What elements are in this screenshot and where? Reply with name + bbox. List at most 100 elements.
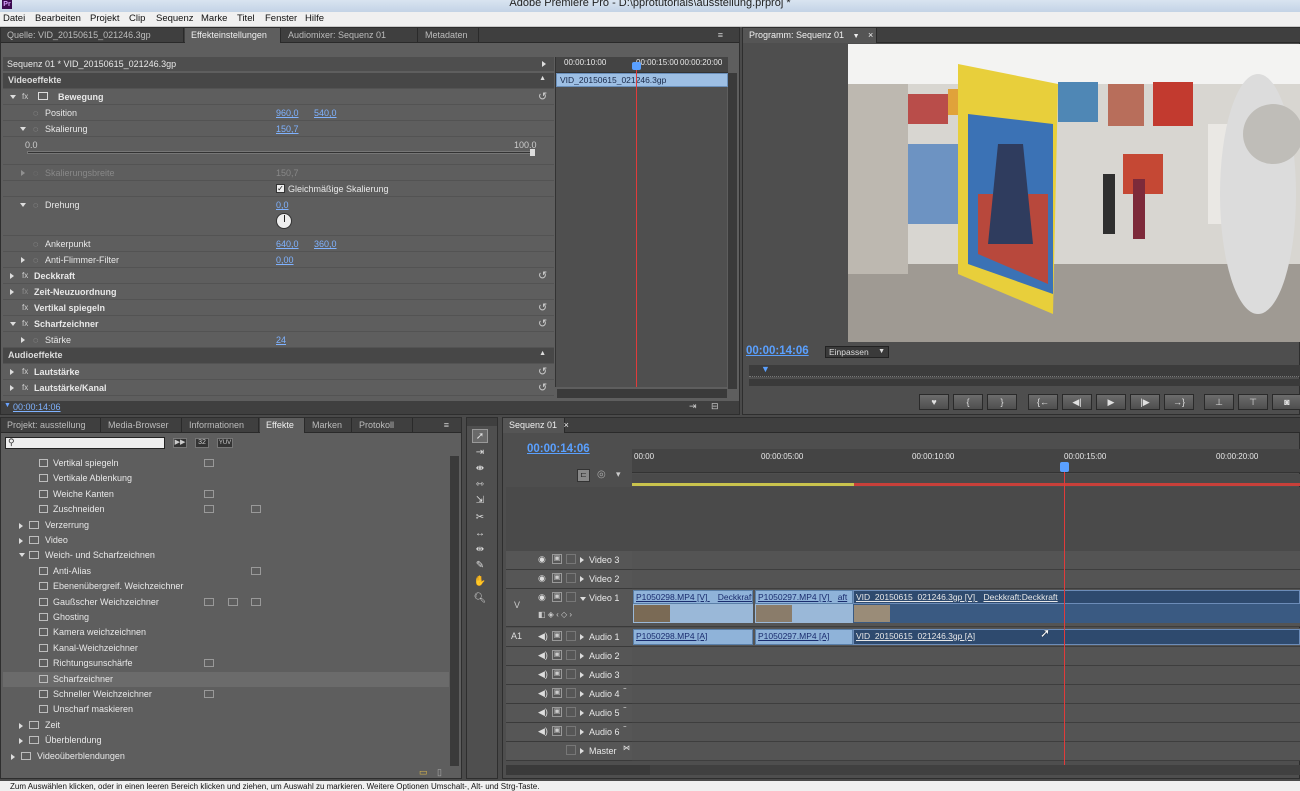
effect-tree-item[interactable]: Verzerrung [3, 518, 449, 533]
track-header[interactable]: ◉ ▣ Video 1 ◧ ◈ ‹ ◇ › [506, 589, 632, 627]
dropdown-icon[interactable]: ▼ [878, 348, 885, 355]
effect-tree-item[interactable]: Schneller Weichzeichner [3, 687, 449, 702]
disclosure-right-icon[interactable] [10, 369, 14, 375]
sync-lock-icon[interactable]: ▣ [552, 726, 562, 736]
effect-lautstaerke-kanal[interactable]: fx Lautstärke/Kanal ↺ [3, 380, 554, 396]
fx-icon[interactable]: fx [22, 319, 28, 328]
menu-bearbeiten[interactable]: Bearbeiten [35, 13, 81, 24]
effect-scharfzeichner[interactable]: fx Scharfzeichner ↺ [3, 316, 554, 332]
menu-datei[interactable]: Datei [3, 13, 25, 24]
menu-marke[interactable]: Marke [201, 13, 227, 24]
export-frame-button[interactable]: ◙ [1272, 394, 1300, 410]
ripple-edit-tool-icon[interactable]: ⇼ [472, 462, 488, 476]
track-header[interactable]: ◀) ▣ Audio 1 [506, 628, 632, 647]
extract-button[interactable]: ⊤ [1238, 394, 1268, 410]
close-icon[interactable]: × [564, 420, 569, 430]
track-select-tool-icon[interactable]: ⇥ [472, 446, 488, 460]
position-x-value[interactable]: 960,0 [276, 108, 299, 118]
tab-metadata[interactable]: Metadaten [419, 28, 479, 43]
drehung-value[interactable]: 0,0 [276, 200, 289, 210]
reset-icon[interactable]: ↺ [538, 90, 547, 103]
timeline-zoom-scrollbar[interactable] [506, 765, 650, 775]
effect-tree-item[interactable]: Gaußscher Weichzeichner [3, 595, 449, 610]
clip-audio-p1050297[interactable]: P1050297.MP4 [A] [755, 629, 853, 645]
accelerated-effects-icon[interactable]: ▶▶ [173, 438, 187, 448]
antiflimmer-value[interactable]: 0,00 [276, 255, 294, 265]
disclosure-icon[interactable] [19, 738, 23, 745]
eye-icon[interactable]: ◉ [538, 573, 546, 584]
speaker-icon[interactable]: ◀) [538, 707, 548, 718]
close-icon[interactable]: × [868, 30, 873, 40]
sync-lock-icon[interactable]: ▣ [552, 631, 562, 641]
expand-arrow-icon[interactable] [542, 59, 546, 69]
menu-clip[interactable]: Clip [129, 13, 145, 24]
wrench-icon[interactable]: ⊟ [711, 401, 719, 412]
sync-lock-icon[interactable]: ▣ [552, 688, 562, 698]
track-lane[interactable] [632, 704, 1300, 723]
stopwatch-icon[interactable]: ◌ [33, 200, 38, 210]
disclosure-right-icon[interactable] [21, 170, 25, 176]
effect-footer-time[interactable]: 00:00:14:06 [13, 402, 61, 412]
track-lane[interactable] [632, 685, 1300, 704]
disclosure-icon[interactable] [19, 522, 23, 529]
effect-tree-item[interactable]: Zuschneiden [3, 502, 449, 517]
dropdown-icon[interactable]: ▼ [853, 33, 860, 40]
tab-effects[interactable]: Effekte [260, 418, 305, 433]
program-zoom-bar[interactable] [749, 379, 1300, 386]
32bit-effects-icon[interactable]: 32 [195, 438, 209, 448]
stopwatch-icon[interactable]: ◌ [33, 239, 38, 249]
lock-toggle-icon[interactable] [566, 707, 576, 717]
sync-lock-icon[interactable]: ▣ [552, 573, 562, 583]
reset-icon[interactable]: ↺ [538, 301, 547, 314]
effect-tree-item[interactable]: Kamera weichzeichnen [3, 625, 449, 640]
effect-tree-item[interactable]: Ebenenübergreif. Weichzeichner [3, 579, 449, 594]
slider-thumb[interactable] [530, 149, 535, 156]
effect-deckkraft[interactable]: fx Deckkraft ↺ [3, 268, 554, 284]
lock-toggle-icon[interactable] [566, 554, 576, 564]
clip-audio-vid20150615[interactable]: VID_20150615_021246.3gp [A] [853, 629, 1300, 645]
track-header[interactable]: ◀) ▣ Audio 6 ⁼ [506, 723, 632, 742]
clip-video-p1050297[interactable]: P1050297.MP4 [V] aft [755, 590, 853, 604]
skalierung-value[interactable]: 150,7 [276, 124, 299, 134]
effect-tree-item[interactable]: Zeit [3, 718, 449, 733]
effect-tree-item[interactable]: Richtungsunschärfe [3, 656, 449, 671]
track-expand-icon[interactable] [580, 691, 584, 697]
motion-icon[interactable] [38, 92, 48, 100]
speaker-icon[interactable]: ◀) [538, 688, 548, 699]
reset-icon[interactable]: ↺ [538, 269, 547, 282]
track-lane[interactable] [632, 742, 1300, 761]
rolling-edit-tool-icon[interactable]: ⇿ [472, 478, 488, 492]
timeline-ruler[interactable]: 00:00 00:00:05:00 00:00:10:00 00:00:15:0… [632, 449, 1300, 473]
delete-icon[interactable]: ▯ [437, 767, 442, 778]
disclosure-icon[interactable] [19, 553, 25, 558]
panel-menu-icon[interactable]: ≡ [444, 420, 449, 430]
mark-in-button[interactable]: { [953, 394, 983, 410]
position-y-value[interactable]: 540,0 [314, 108, 337, 118]
stopwatch-icon[interactable]: ◌ [33, 335, 38, 345]
disclosure-down-icon[interactable] [20, 127, 26, 131]
zoom-tool-icon[interactable]: 🔍︎ [472, 592, 488, 606]
tab-source[interactable]: Quelle: VID_20150615_021246.3gp [1, 28, 184, 43]
lock-toggle-icon[interactable] [566, 745, 576, 755]
hand-tool-icon[interactable]: ✋ [472, 575, 488, 589]
speaker-icon[interactable]: ◀) [538, 631, 548, 642]
clip-audio-p1050298[interactable]: P1050298.MP4 [A] [633, 629, 753, 645]
disclosure-down-icon[interactable] [10, 322, 16, 326]
lock-toggle-icon[interactable] [566, 726, 576, 736]
clip-video-p1050298[interactable]: P1050298.MP4 [V] Deckkraft [633, 590, 753, 604]
yuv-effects-icon[interactable]: YUV [217, 438, 233, 448]
step-back-button[interactable]: ◀| [1062, 394, 1092, 410]
effect-tree-item[interactable]: Scharfzeichner [3, 671, 449, 687]
disclosure-right-icon[interactable] [10, 273, 14, 279]
fx-icon[interactable]: fx [22, 271, 28, 280]
rotation-dial[interactable] [276, 213, 292, 229]
track-expand-icon[interactable] [580, 710, 584, 716]
mark-out-button[interactable]: } [987, 394, 1017, 410]
fx-icon[interactable]: fx [22, 92, 28, 101]
new-folder-icon[interactable]: ▭ [419, 767, 428, 778]
track-header[interactable]: ◉ ▣ Video 3 [506, 551, 632, 570]
lock-toggle-icon[interactable] [566, 592, 576, 602]
effect-tree-item[interactable]: Videoüberblendungen [3, 749, 449, 764]
effect-vertikal-spiegeln[interactable]: fx Vertikal spiegeln ↺ [3, 300, 554, 316]
fx-icon[interactable]: fx [22, 303, 28, 312]
